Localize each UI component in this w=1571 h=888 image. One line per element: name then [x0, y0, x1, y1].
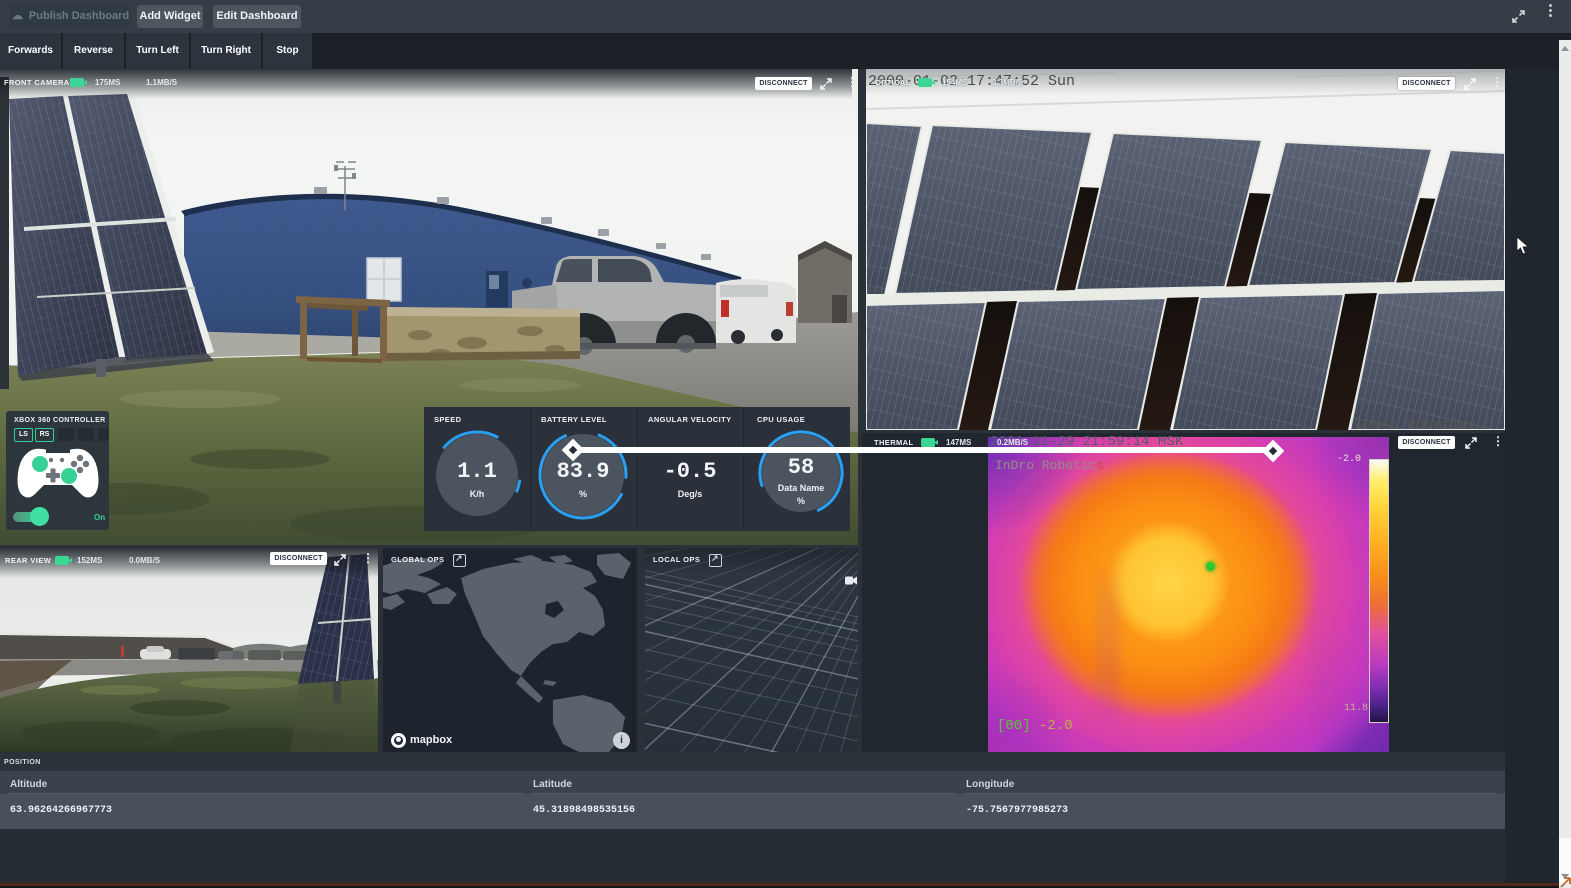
svg-text:InDro Robotics: InDro Robotics — [1355, 418, 1477, 430]
